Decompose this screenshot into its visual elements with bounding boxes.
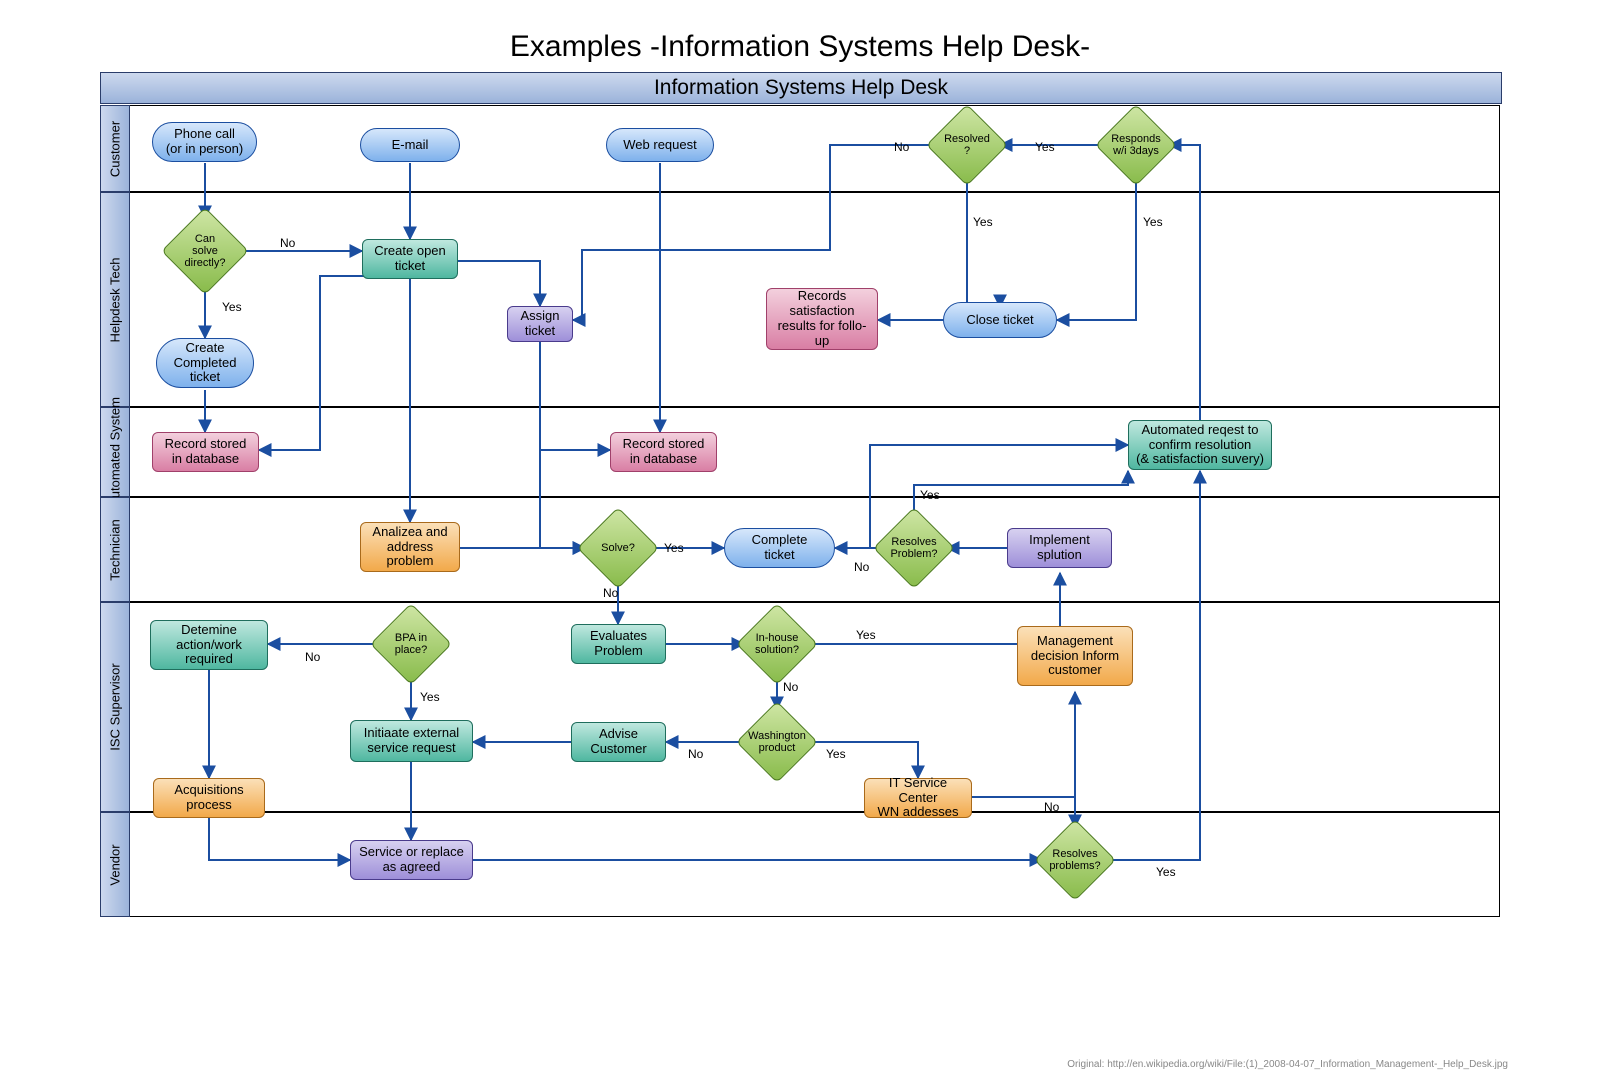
start-web-request: Web request [606, 128, 714, 162]
start-email: E-mail [360, 128, 460, 162]
source-footnote: Original: http://en.wikipedia.org/wiki/F… [1067, 1059, 1508, 1070]
task-assign-ticket: Assign ticket [507, 306, 573, 342]
label-bpa-no: No [305, 650, 320, 664]
label-bpa-yes: Yes [420, 690, 440, 704]
page-title: Examples -Information Systems Help Desk- [0, 30, 1600, 64]
label-cansolve-no: No [280, 236, 295, 250]
decision-inhouse: In-housesolution? [748, 615, 806, 673]
task-create-open-ticket: Create openticket [362, 239, 458, 279]
label-resprob-yes: Yes [920, 488, 940, 502]
label-resolved-no: No [894, 140, 909, 154]
decision-resolves-problem: ResolvesProblem? [885, 519, 943, 577]
label-solve-yes: Yes [664, 541, 684, 555]
decision-responds-3days: Respondsw/i 3days [1107, 116, 1165, 174]
decision-bpa: BPA inplace? [382, 615, 440, 673]
decision-washington-product: Washingtonproduct [748, 713, 806, 771]
start-phone-call: Phone call(or in person) [152, 122, 257, 162]
task-it-service-center: IT Service CenterWN addesses [864, 778, 972, 818]
label-inhouse-no: No [783, 680, 798, 694]
label-washington-no: No [688, 747, 703, 761]
task-advise-customer: AdviseCustomer [571, 722, 666, 762]
task-analyze-problem: Analizea andaddressproblem [360, 522, 460, 572]
label-washington-yes: Yes [826, 747, 846, 761]
decision-can-solve: Cansolvedirectly? [174, 220, 236, 282]
task-automated-request: Automated reqest toconfirm resolution(& … [1128, 420, 1272, 470]
label-responds-branch: Yes [1143, 215, 1163, 229]
lane-customer [100, 105, 1500, 192]
decision-resolved: Resolved? [938, 116, 996, 174]
task-determine-work: Detemineaction/workrequired [150, 620, 268, 670]
label-inhouse-yes: Yes [856, 628, 876, 642]
decision-resolves-problems-vendor: Resolvesproblems? [1046, 831, 1104, 889]
lane-label-auto: Automated System [100, 407, 130, 497]
pool-header: Information Systems Help Desk [100, 72, 1502, 104]
task-close-ticket: Close ticket [943, 302, 1057, 338]
lane-auto [100, 407, 1500, 497]
label-solve-no: No [603, 586, 618, 600]
lane-label-vendor: Vendor [100, 812, 130, 917]
lane-label-customer: Customer [100, 105, 130, 192]
task-create-completed-ticket: CreateCompletedticket [156, 338, 254, 388]
decision-solve: Solve? [589, 519, 647, 577]
task-service-or-replace: Service or replaceas agreed [350, 840, 473, 880]
lane-vendor [100, 812, 1500, 917]
lane-label-helpdesk: Helpdesk Tech [100, 192, 130, 407]
lane-label-isc: ISC Supervisor [100, 602, 130, 812]
label-responds-yes: Yes [1035, 140, 1055, 154]
task-record-satisfaction: Recordssatisfactionresults for follo-up [766, 288, 878, 350]
task-complete-ticket: Completeticket [724, 528, 835, 568]
task-management-decision: Managementdecision Informcustomer [1017, 626, 1133, 686]
label-cansolve-yes: Yes [222, 300, 242, 314]
task-record-db-2: Record storedin database [610, 432, 717, 472]
label-vendor-yes: Yes [1156, 865, 1176, 879]
task-record-db-1: Record storedin database [152, 432, 259, 472]
label-vendor-no: No [1044, 800, 1059, 814]
label-resolved-yes: Yes [973, 215, 993, 229]
label-resprob-no: No [854, 560, 869, 574]
lane-label-tech: Technician [100, 497, 130, 602]
task-initiate-external: Initiaate externalservice request [350, 720, 473, 762]
task-evaluate-problem: EvaluatesProblem [571, 624, 666, 664]
task-implement-solution: Implementsplution [1007, 528, 1112, 568]
task-acquisitions: Acquisitionsprocess [153, 778, 265, 818]
